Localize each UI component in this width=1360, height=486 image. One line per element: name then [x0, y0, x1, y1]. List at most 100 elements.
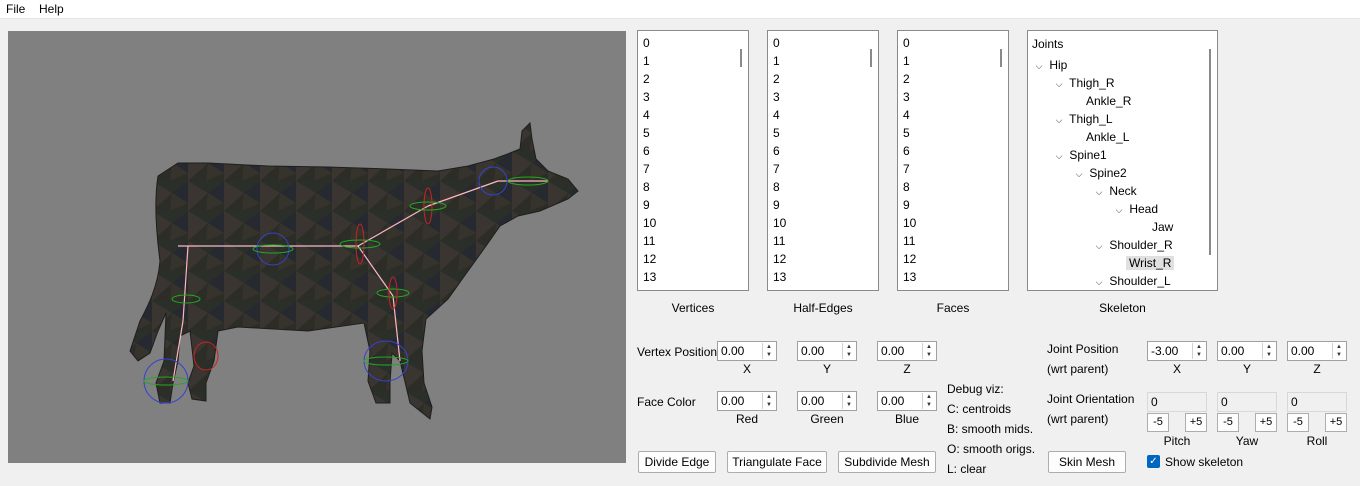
tree-node-spine2[interactable]: ⌵ Spine2 [1072, 164, 1127, 182]
chevron-down-icon[interactable]: ⌵ [1112, 201, 1126, 219]
list-item[interactable]: 1 [773, 52, 786, 70]
list-item[interactable]: 7 [773, 160, 786, 178]
spin-down-icon[interactable]: ▼ [923, 351, 935, 359]
scroll-thumb[interactable] [1000, 49, 1002, 67]
list-item[interactable]: 8 [643, 178, 656, 196]
spin-down-icon[interactable]: ▼ [763, 401, 775, 409]
list-item[interactable]: 0 [643, 34, 656, 52]
joint-y-spinbox[interactable]: 0.00 ▲ ▼ [1217, 341, 1277, 361]
menu-help[interactable]: Help [37, 2, 66, 16]
chevron-down-icon[interactable]: ⌵ [1052, 147, 1066, 165]
list-item[interactable]: 13 [903, 268, 916, 286]
spin-down-icon[interactable]: ▼ [843, 401, 855, 409]
spin-arrows[interactable]: ▲ ▼ [1262, 343, 1275, 359]
spin-up-icon[interactable]: ▲ [923, 343, 935, 351]
3d-viewport[interactable] [8, 31, 626, 463]
list-item[interactable]: 4 [773, 106, 786, 124]
list-item[interactable]: 3 [773, 88, 786, 106]
list-item[interactable]: 13 [773, 268, 786, 286]
list-item[interactable]: 11 [643, 232, 656, 250]
list-item[interactable]: 0 [903, 34, 916, 52]
tree-node-hip[interactable]: ⌵ Hip [1032, 56, 1068, 75]
list-item[interactable]: 1 [903, 52, 916, 70]
chevron-down-icon[interactable]: ⌵ [1052, 75, 1066, 93]
list-item[interactable]: 10 [643, 214, 656, 232]
spin-up-icon[interactable]: ▲ [843, 393, 855, 401]
face-blue-spinbox[interactable]: 0.00 ▲ ▼ [877, 391, 937, 411]
skeleton-scrollbar[interactable] [1203, 32, 1216, 289]
spin-arrows[interactable]: ▲ ▼ [922, 343, 935, 359]
spin-arrows[interactable]: ▲ ▼ [762, 343, 775, 359]
tree-node-head[interactable]: ⌵ Head [1112, 200, 1158, 218]
list-item[interactable]: 9 [773, 196, 786, 214]
pitch-plus-button[interactable]: +5 [1185, 413, 1207, 432]
list-item[interactable]: 2 [773, 70, 786, 88]
spin-down-icon[interactable]: ▼ [1333, 351, 1345, 359]
list-item[interactable]: 3 [903, 88, 916, 106]
vertex-x-spinbox[interactable]: 0.00 ▲ ▼ [717, 341, 777, 361]
list-item[interactable]: 7 [643, 160, 656, 178]
half-edges-list[interactable]: 0 1 2 3 4 5 6 7 8 9 10 11 12 13 [767, 30, 879, 291]
spin-arrows[interactable]: ▲ ▼ [842, 343, 855, 359]
vertices-scrollbar[interactable] [734, 32, 747, 289]
list-item[interactable]: 11 [903, 232, 916, 250]
menu-file[interactable]: File [4, 2, 27, 16]
joint-x-spinbox[interactable]: -3.00 ▲ ▼ [1147, 341, 1207, 361]
spin-up-icon[interactable]: ▲ [923, 393, 935, 401]
list-item[interactable]: 10 [773, 214, 786, 232]
vertices-list[interactable]: 0 1 2 3 4 5 6 7 8 9 10 11 12 13 [637, 30, 749, 291]
face-green-spinbox[interactable]: 0.00 ▲ ▼ [797, 391, 857, 411]
tree-node-spine1[interactable]: ⌵ Spine1 [1052, 146, 1107, 164]
joint-z-spinbox[interactable]: 0.00 ▲ ▼ [1287, 341, 1347, 361]
tree-node-ankle-l[interactable]: Ankle_L [1086, 128, 1129, 146]
chevron-down-icon[interactable]: ⌵ [1032, 57, 1046, 75]
spin-down-icon[interactable]: ▼ [763, 351, 775, 359]
spin-down-icon[interactable]: ▼ [1193, 351, 1205, 359]
list-item[interactable]: 6 [773, 142, 786, 160]
list-item[interactable]: 5 [643, 124, 656, 142]
vertex-y-spinbox[interactable]: 0.00 ▲ ▼ [797, 341, 857, 361]
divide-edge-button[interactable]: Divide Edge [638, 451, 716, 473]
list-item[interactable]: 4 [903, 106, 916, 124]
list-item[interactable]: 1 [643, 52, 656, 70]
spin-up-icon[interactable]: ▲ [1193, 343, 1205, 351]
tree-node-shoulder-r[interactable]: ⌵ Shoulder_R [1092, 236, 1173, 254]
spin-arrows[interactable]: ▲ ▼ [1192, 343, 1205, 359]
spin-down-icon[interactable]: ▼ [923, 401, 935, 409]
half-edges-scrollbar[interactable] [864, 32, 877, 289]
faces-scrollbar[interactable] [994, 32, 1007, 289]
spin-arrows[interactable]: ▲ ▼ [762, 393, 775, 409]
show-skeleton-checkbox[interactable]: ✓ [1147, 455, 1160, 468]
spin-arrows[interactable]: ▲ ▼ [1332, 343, 1345, 359]
yaw-minus-button[interactable]: -5 [1217, 413, 1239, 432]
list-item[interactable]: 6 [643, 142, 656, 160]
subdivide-mesh-button[interactable]: Subdivide Mesh [838, 451, 936, 473]
scroll-thumb[interactable] [1209, 49, 1211, 255]
list-item[interactable]: 9 [903, 196, 916, 214]
spin-down-icon[interactable]: ▼ [1263, 351, 1275, 359]
list-item[interactable]: 5 [903, 124, 916, 142]
list-item[interactable]: 9 [643, 196, 656, 214]
yaw-plus-button[interactable]: +5 [1255, 413, 1277, 432]
list-item[interactable]: 7 [903, 160, 916, 178]
list-item[interactable]: 2 [643, 70, 656, 88]
scroll-thumb[interactable] [870, 49, 872, 67]
spin-up-icon[interactable]: ▲ [843, 343, 855, 351]
tree-node-jaw[interactable]: Jaw [1152, 218, 1173, 236]
list-item[interactable]: 8 [773, 178, 786, 196]
spin-up-icon[interactable]: ▲ [1333, 343, 1345, 351]
list-item[interactable]: 12 [643, 250, 656, 268]
vertex-z-spinbox[interactable]: 0.00 ▲ ▼ [877, 341, 937, 361]
list-item[interactable]: 4 [643, 106, 656, 124]
spin-arrows[interactable]: ▲ ▼ [842, 393, 855, 409]
list-item[interactable]: 3 [643, 88, 656, 106]
spin-up-icon[interactable]: ▲ [763, 343, 775, 351]
tree-node-shoulder-l[interactable]: ⌵ Shoulder_L [1092, 272, 1171, 290]
skin-mesh-button[interactable]: Skin Mesh [1048, 451, 1126, 473]
spin-up-icon[interactable]: ▲ [763, 393, 775, 401]
list-item[interactable]: 11 [773, 232, 786, 250]
face-red-spinbox[interactable]: 0.00 ▲ ▼ [717, 391, 777, 411]
roll-minus-button[interactable]: -5 [1287, 413, 1309, 432]
spin-down-icon[interactable]: ▼ [843, 351, 855, 359]
skeleton-tree[interactable]: Joints ⌵ Hip ⌵ Thigh_R Ankle_R ⌵ Thigh_L… [1027, 30, 1218, 291]
